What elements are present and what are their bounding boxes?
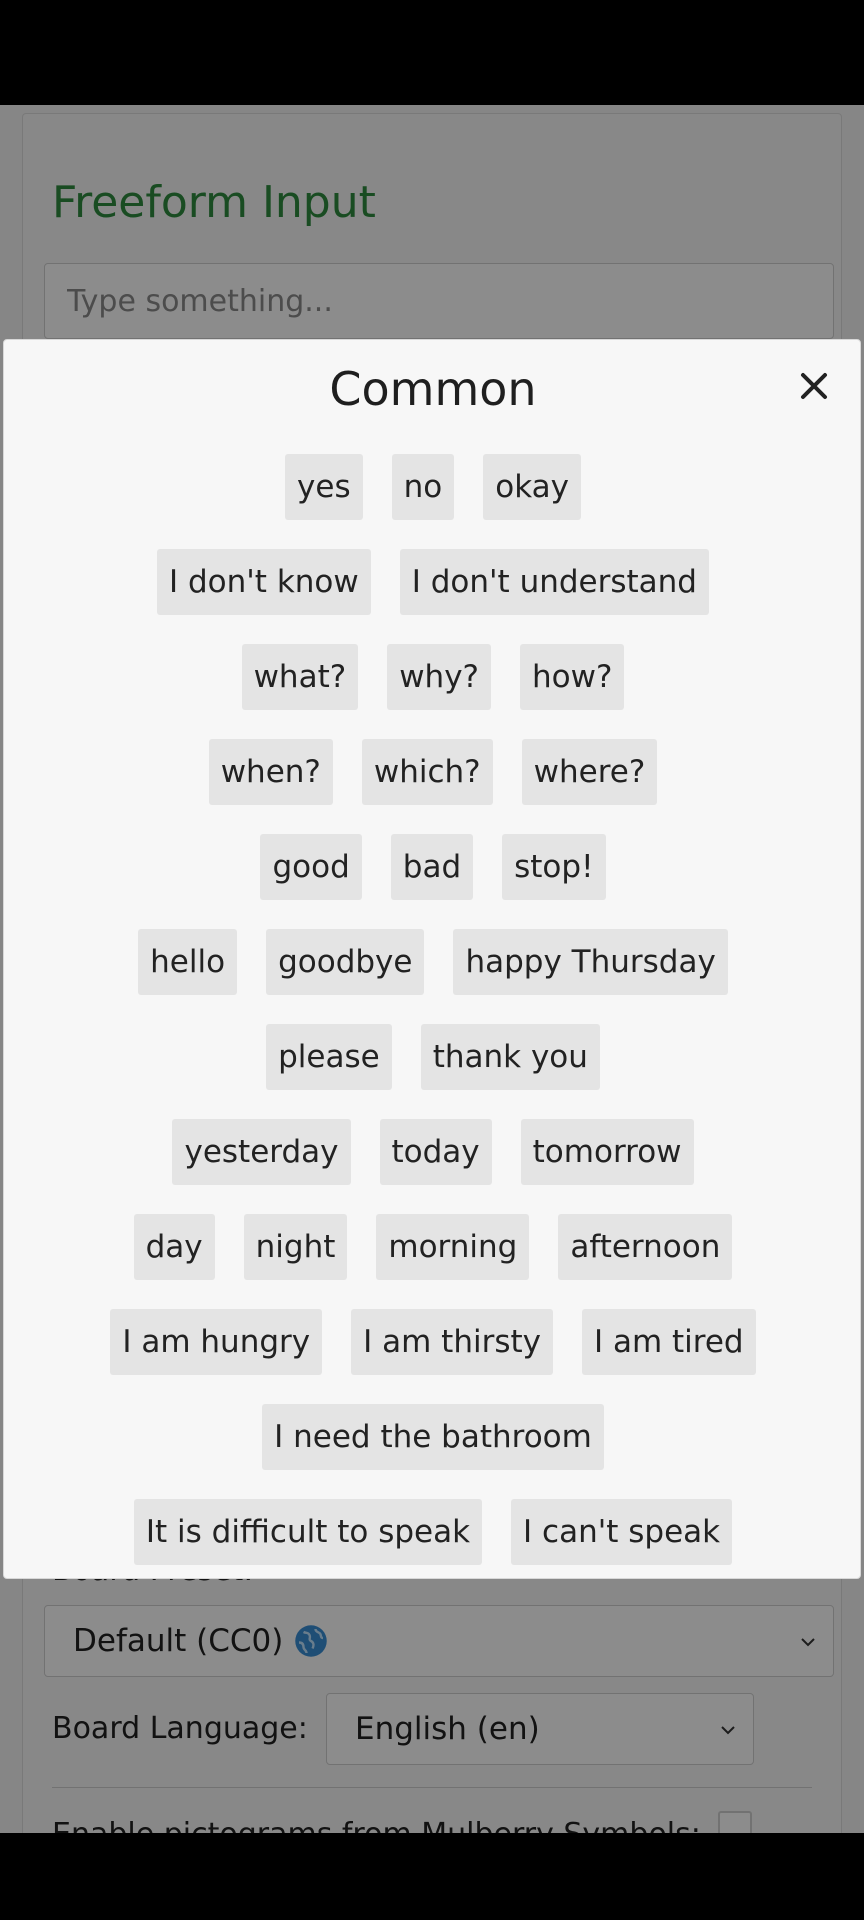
phrase-button[interactable]: tomorrow (520, 1119, 694, 1185)
phrase-button[interactable]: which? (361, 739, 493, 805)
phrase-button[interactable]: where? (521, 739, 658, 805)
phrase-grid: yes no okay I don't know I don't underst… (4, 454, 862, 1594)
modal-title: Common (329, 362, 537, 416)
phrase-button[interactable]: I don't know (157, 549, 371, 615)
phrase-row: hello goodbye happy Thursday (4, 929, 862, 1024)
navigation-bar (0, 1833, 864, 1920)
close-icon (801, 373, 827, 399)
phrase-row: yes no okay (4, 454, 862, 549)
phrase-button[interactable]: I need the bathroom (262, 1404, 604, 1470)
phrase-button[interactable]: morning (376, 1214, 530, 1280)
phrase-row: what? why? how? (4, 644, 862, 739)
phrase-row: please thank you (4, 1024, 862, 1119)
phrase-button[interactable]: why? (387, 644, 491, 710)
common-phrases-modal: Common yes no okay I don't know I don't … (3, 339, 861, 1579)
phrase-button[interactable]: please (266, 1024, 392, 1090)
phrase-button[interactable]: I am tired (581, 1309, 756, 1375)
status-bar (0, 0, 864, 105)
phrase-row: I don't know I don't understand (4, 549, 862, 644)
phrase-row: good bad stop! (4, 834, 862, 929)
phrase-button[interactable]: hello (138, 929, 238, 995)
phrase-button[interactable]: okay (483, 454, 581, 520)
phrase-button[interactable]: bad (390, 834, 474, 900)
phrase-button[interactable]: no (391, 454, 455, 520)
phrase-button[interactable]: afternoon (558, 1214, 733, 1280)
phrase-button[interactable]: happy Thursday (453, 929, 728, 995)
phrase-button[interactable]: I am hungry (110, 1309, 323, 1375)
close-button[interactable] (788, 360, 840, 412)
phrase-button[interactable]: It is difficult to speak (133, 1499, 483, 1565)
phrase-button[interactable]: how? (520, 644, 625, 710)
phrase-button[interactable]: night (243, 1214, 348, 1280)
phrase-row: It is difficult to speak I can't speak (4, 1499, 862, 1594)
phrase-button[interactable]: stop! (502, 834, 606, 900)
phrase-row: I need the bathroom (4, 1404, 862, 1499)
phrase-button[interactable]: when? (208, 739, 333, 805)
phrase-button[interactable]: yes (285, 454, 363, 520)
phrase-row: when? which? where? (4, 739, 862, 834)
phrase-button[interactable]: goodbye (266, 929, 425, 995)
phrase-row: day night morning afternoon (4, 1214, 862, 1309)
phrase-row: yesterday today tomorrow (4, 1119, 862, 1214)
phrase-button[interactable]: today (379, 1119, 492, 1185)
phrase-button[interactable]: day (133, 1214, 215, 1280)
phrase-button[interactable]: I don't understand (399, 549, 709, 615)
phrase-button[interactable]: yesterday (172, 1119, 351, 1185)
phrase-row: I am hungry I am thirsty I am tired (4, 1309, 862, 1404)
phrase-button[interactable]: what? (241, 644, 359, 710)
phrase-button[interactable]: thank you (420, 1024, 600, 1090)
phrase-button[interactable]: good (260, 834, 362, 900)
phrase-button[interactable]: I am thirsty (351, 1309, 553, 1375)
phrase-button[interactable]: I can't speak (511, 1499, 733, 1565)
